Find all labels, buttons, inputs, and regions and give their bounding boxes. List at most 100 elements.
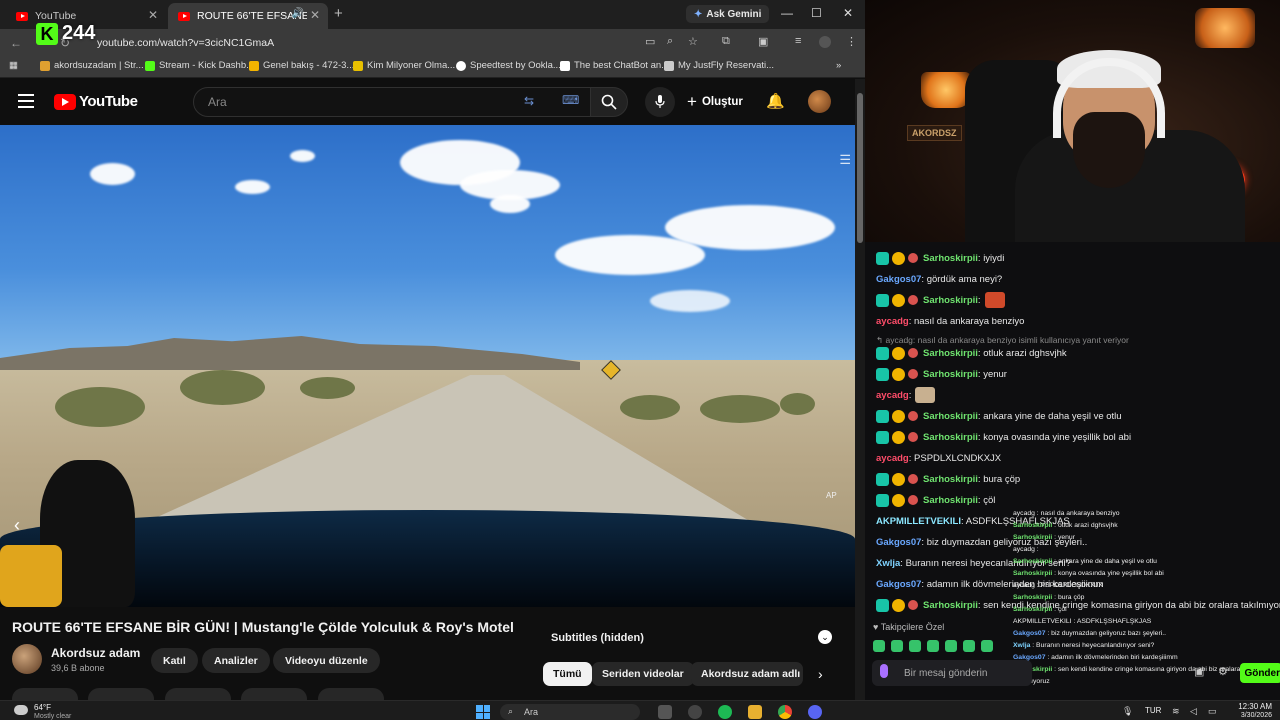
bookmark-item[interactable]: Stream - Kick Dashb...	[145, 60, 254, 71]
send-button[interactable]: Gönder	[1240, 663, 1280, 683]
spotify-icon[interactable]	[718, 705, 732, 719]
analytics-button[interactable]: Analizler	[202, 648, 270, 673]
keyboard-icon[interactable]: ⌨	[562, 93, 579, 107]
emote-icon[interactable]	[891, 640, 903, 652]
bookmark-item[interactable]: The best ChatBot an...	[560, 60, 669, 71]
scrollbar-thumb[interactable]	[857, 93, 863, 243]
account-avatar[interactable]	[808, 90, 831, 113]
wifi-icon[interactable]: ≋	[1172, 706, 1180, 717]
zoom-icon[interactable]: ⌕	[667, 35, 673, 48]
chat-username[interactable]: aycadg	[876, 390, 909, 401]
chat-username[interactable]: Xwlja	[876, 558, 900, 569]
back-icon[interactable]: ←	[10, 36, 22, 50]
emote-icon[interactable]	[981, 640, 993, 652]
chrome-icon[interactable]	[778, 705, 792, 719]
sidebar-icon[interactable]: ▣	[758, 35, 768, 48]
bookmark-item[interactable]: My JustFly Reservati...	[664, 60, 774, 71]
chat-username[interactable]: Gakgos07	[876, 537, 921, 548]
minimize-icon[interactable]: —	[781, 6, 793, 20]
close-window-icon[interactable]: ✕	[843, 6, 853, 20]
chat-username[interactable]: Gakgos07	[876, 579, 921, 590]
voice-search-button[interactable]	[645, 87, 675, 117]
search-button[interactable]	[590, 87, 628, 117]
start-button[interactable]	[476, 705, 490, 719]
close-tab-icon[interactable]: ✕	[310, 8, 320, 22]
subtitles-panel[interactable]: Subtitles (hidden) ⌄	[540, 626, 840, 650]
emote-icon[interactable]	[927, 640, 939, 652]
chat-settings-gear-icon[interactable]: ⚙	[1218, 665, 1228, 678]
extensions-icon[interactable]: ⧉	[722, 35, 730, 48]
maximize-icon[interactable]: ☐	[811, 6, 822, 20]
new-tab-icon[interactable]: +	[334, 5, 343, 22]
close-tab-icon[interactable]: ✕	[148, 8, 158, 22]
chevron-down-icon[interactable]: ⌄	[818, 630, 832, 644]
youtube-logo[interactable]: YouTube	[54, 93, 138, 110]
chat-username[interactable]: Sarhoskirpii	[923, 474, 978, 485]
audio-icon[interactable]: 🔊	[292, 8, 304, 19]
chevron-right-icon[interactable]: ›	[818, 666, 823, 682]
notifications-bell-icon[interactable]: 🔔	[766, 92, 785, 110]
emote-icon[interactable]	[945, 640, 957, 652]
chat-username[interactable]: Sarhoskirpii	[923, 348, 978, 359]
chat-username[interactable]: Sarhoskirpii	[923, 295, 978, 306]
download-button[interactable]	[164, 688, 231, 700]
bookmark-item[interactable]: Kim Milyoner Olma...	[353, 60, 455, 71]
bookmark-item[interactable]: akordsuzadam | Str...	[40, 60, 144, 71]
discord-icon[interactable]	[808, 705, 822, 719]
task-view-icon[interactable]	[658, 705, 672, 719]
chip-all[interactable]: Tümü	[543, 662, 592, 686]
bookmark-star-icon[interactable]: ☆	[688, 35, 698, 48]
url-field[interactable]: youtube.com/watch?v=3cicNC1GmaA	[97, 32, 645, 53]
github-icon[interactable]	[688, 705, 702, 719]
channel-name[interactable]: Akordsuz adam	[51, 646, 140, 660]
volume-icon[interactable]: ◁	[1190, 706, 1197, 717]
like-button[interactable]	[12, 688, 78, 700]
page-scrollbar[interactable]	[855, 79, 865, 700]
chevron-left-icon[interactable]: ‹	[14, 515, 20, 536]
chat-emote-icon[interactable]	[880, 664, 888, 678]
chat-username[interactable]: aycadg	[876, 453, 909, 464]
join-button[interactable]: Katıl	[151, 648, 198, 673]
chat-username[interactable]: aycadg	[876, 316, 909, 327]
clock-time[interactable]: 12:30 AM	[1228, 702, 1272, 711]
search-input[interactable]	[208, 95, 508, 109]
chat-username[interactable]: Sarhoskirpii	[923, 432, 978, 443]
menu-icon[interactable]	[18, 94, 34, 108]
chat-username[interactable]: Sarhoskirpii	[923, 369, 978, 380]
chip-series[interactable]: Seriden videolar	[592, 662, 694, 686]
taskbar-search[interactable]: ⌕ Ara	[500, 704, 640, 720]
weather-cloud-icon[interactable]	[14, 705, 28, 715]
file-explorer-icon[interactable]	[748, 705, 762, 719]
bookmark-item[interactable]: Genel bakış - 472-3...	[249, 60, 354, 71]
cast-icon[interactable]: ▭	[645, 35, 655, 48]
chat-username[interactable]: Sarhoskirpii	[923, 411, 978, 422]
ask-gemini-button[interactable]: ✦ Ask Gemini	[686, 5, 770, 23]
channel-avatar[interactable]	[12, 644, 42, 674]
translate-icon[interactable]: ⇆	[524, 94, 534, 108]
create-button[interactable]: + Oluştur	[687, 92, 743, 112]
bookmark-item[interactable]: Speedtest by Ookla...	[456, 60, 561, 71]
menu-kebab-icon[interactable]: ⋮	[846, 35, 857, 48]
weather-temp[interactable]: 64°F	[34, 703, 51, 712]
emote-icon[interactable]	[909, 640, 921, 652]
player-menu-icon[interactable]: ☰	[839, 152, 851, 168]
apps-icon[interactable]: ▦	[9, 60, 18, 71]
chat-message-input[interactable]: Bir mesaj gönderin	[872, 660, 1032, 686]
chat-username[interactable]: AKPMILLETVEKILI	[876, 516, 961, 527]
edit-video-button[interactable]: Videoyu düzenle	[273, 648, 380, 673]
share-button[interactable]	[88, 688, 155, 700]
emote-icon[interactable]	[873, 640, 885, 652]
more-bookmarks-icon[interactable]: »	[836, 60, 841, 71]
chat-username[interactable]: Sarhoskirpii	[923, 600, 978, 611]
video-player[interactable]: ☰ ‹ AP	[0, 125, 855, 607]
emote-icon[interactable]	[963, 640, 975, 652]
chip-channel[interactable]: Akordsuz adam adlı y	[691, 662, 803, 686]
gift-icon[interactable]: ▣	[1194, 665, 1204, 678]
chat-username[interactable]: Sarhoskirpii	[923, 253, 978, 264]
chat-username[interactable]: Sarhoskirpii	[923, 495, 978, 506]
chat-username[interactable]: Gakgos07	[876, 274, 921, 285]
profile-icon[interactable]	[819, 36, 831, 48]
battery-icon[interactable]: ▭	[1208, 706, 1217, 717]
downloads-icon[interactable]: ≡	[795, 35, 801, 47]
clip-button[interactable]	[241, 688, 308, 700]
